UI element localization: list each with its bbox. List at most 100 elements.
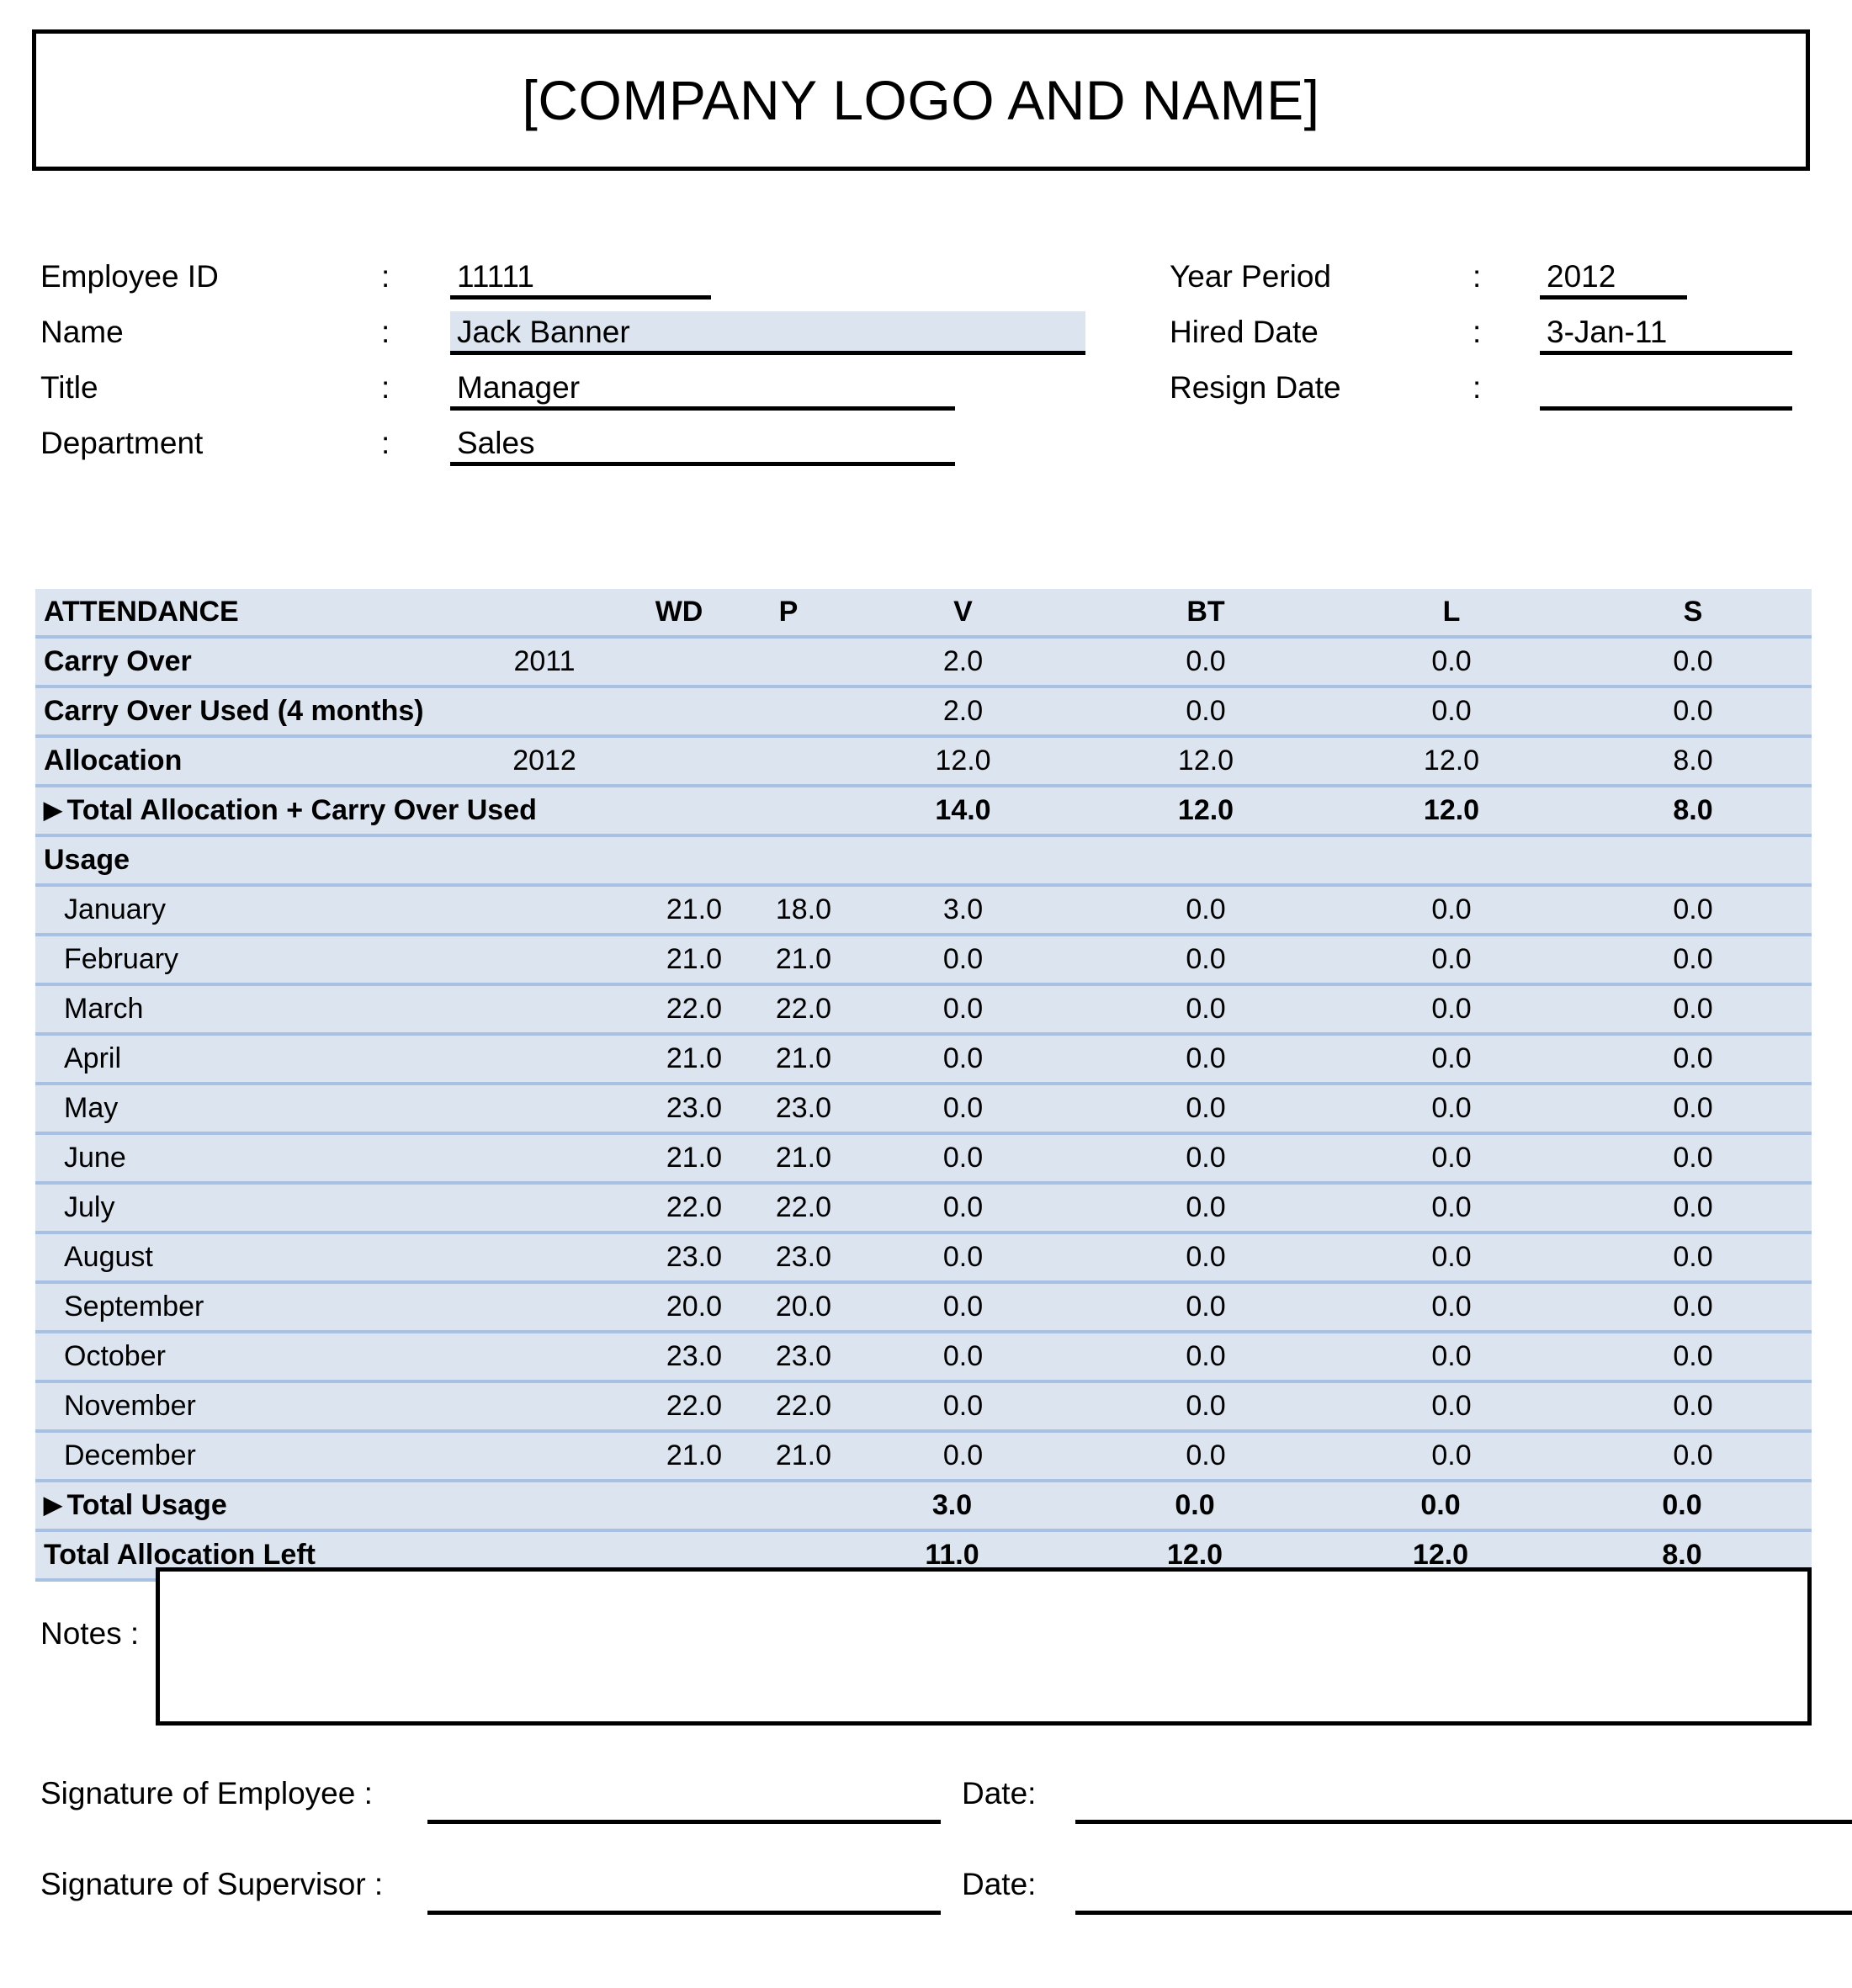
total-allocation-bt: 12.0 xyxy=(1083,786,1329,837)
total-allocation-p xyxy=(734,786,844,837)
month-bt: 0.0 xyxy=(1083,1282,1329,1333)
name-colon: : xyxy=(381,315,390,349)
month-p: 22.0 xyxy=(734,1183,844,1234)
employee-id-label: Employee ID xyxy=(40,259,219,294)
total-usage-l: 0.0 xyxy=(1329,1481,1575,1532)
year-period-input[interactable]: 2012 xyxy=(1540,256,1687,300)
month-s: 0.0 xyxy=(1574,1133,1812,1185)
total-usage-v: 3.0 xyxy=(843,1481,1084,1532)
signature-supervisor-input[interactable] xyxy=(427,1865,941,1915)
month-s: 0.0 xyxy=(1574,1431,1812,1482)
hired-date-colon: : xyxy=(1473,315,1482,349)
month-s: 0.0 xyxy=(1574,1034,1812,1085)
table-row-total-allocation: ▶ Total Allocation + Carry Over Used 14.0… xyxy=(35,786,1812,837)
month-p: 22.0 xyxy=(734,1381,844,1433)
table-row: September 20.0 20.0 0.0 0.0 0.0 0.0 xyxy=(35,1282,1812,1333)
column-header-s: S xyxy=(1574,589,1812,639)
month-bt: 0.0 xyxy=(1083,1431,1329,1482)
department-input[interactable]: Sales xyxy=(450,422,955,466)
total-usage-wd xyxy=(624,1481,735,1532)
table-row: July 22.0 22.0 0.0 0.0 0.0 0.0 xyxy=(35,1183,1812,1234)
month-v: 0.0 xyxy=(843,1431,1084,1482)
department-label: Department xyxy=(40,426,204,460)
carry-over-label: Carry Over xyxy=(35,637,464,688)
month-bt: 0.0 xyxy=(1083,885,1329,936)
month-l: 0.0 xyxy=(1329,1183,1575,1234)
month-label: December xyxy=(35,1431,625,1482)
table-row-carry-over-used: Carry Over Used (4 months) 2.0 0.0 0.0 0… xyxy=(35,687,1812,738)
hired-date-label: Hired Date xyxy=(1170,315,1319,349)
month-s: 0.0 xyxy=(1574,1183,1812,1234)
month-v: 0.0 xyxy=(843,1282,1084,1333)
table-row: October 23.0 23.0 0.0 0.0 0.0 0.0 xyxy=(35,1332,1812,1383)
month-p: 23.0 xyxy=(734,1332,844,1383)
table-row: April 21.0 21.0 0.0 0.0 0.0 0.0 xyxy=(35,1034,1812,1085)
company-header-box: [COMPANY LOGO AND NAME] xyxy=(32,29,1810,171)
notes-input[interactable] xyxy=(156,1567,1812,1726)
table-row: November 22.0 22.0 0.0 0.0 0.0 0.0 xyxy=(35,1381,1812,1433)
month-l: 0.0 xyxy=(1329,1381,1575,1433)
allocation-year: 2012 xyxy=(464,736,625,787)
employee-id-input[interactable]: 11111 xyxy=(450,256,711,300)
signature-supervisor-date-label: Date: xyxy=(962,1867,1037,1901)
month-bt: 0.0 xyxy=(1083,1084,1329,1135)
month-s: 0.0 xyxy=(1574,1381,1812,1433)
table-row-total-usage: ▶ Total Usage 3.0 0.0 0.0 0.0 xyxy=(35,1481,1812,1532)
month-s: 0.0 xyxy=(1574,1084,1812,1135)
month-v: 0.0 xyxy=(843,1233,1084,1284)
hired-date-input[interactable]: 3-Jan-11 xyxy=(1540,311,1792,355)
field-hired-date: Hired Date : 3-Jan-11 xyxy=(1170,308,1826,363)
title-input[interactable]: Manager xyxy=(450,367,955,411)
month-l: 0.0 xyxy=(1329,1084,1575,1135)
month-s: 0.0 xyxy=(1574,1233,1812,1284)
name-input[interactable]: Jack Banner xyxy=(450,311,1085,355)
allocation-bt: 12.0 xyxy=(1083,736,1329,787)
month-label: July xyxy=(35,1183,625,1234)
signature-employee-date-label: Date: xyxy=(962,1776,1037,1810)
month-s: 0.0 xyxy=(1574,1332,1812,1383)
month-label: March xyxy=(35,984,625,1036)
total-allocation-s: 8.0 xyxy=(1574,786,1812,837)
total-usage-bt: 0.0 xyxy=(1083,1481,1329,1532)
signature-supervisor-label: Signature of Supervisor : xyxy=(40,1867,384,1901)
month-bt: 0.0 xyxy=(1083,1183,1329,1234)
table-row: January 21.0 18.0 3.0 0.0 0.0 0.0 xyxy=(35,885,1812,936)
allocation-p xyxy=(734,736,844,787)
month-l: 0.0 xyxy=(1329,1332,1575,1383)
signature-employee-date-input[interactable] xyxy=(1075,1774,1852,1824)
month-wd: 22.0 xyxy=(624,1183,735,1234)
month-p: 21.0 xyxy=(734,1431,844,1482)
month-wd: 23.0 xyxy=(624,1084,735,1135)
table-row: March 22.0 22.0 0.0 0.0 0.0 0.0 xyxy=(35,984,1812,1036)
resign-date-input[interactable] xyxy=(1540,367,1792,411)
signature-row-employee: Signature of Employee : Date: xyxy=(40,1771,1852,1830)
month-label: June xyxy=(35,1133,625,1185)
table-row-carry-over: Carry Over 2011 2.0 0.0 0.0 0.0 xyxy=(35,637,1812,688)
carry-over-p xyxy=(734,637,844,688)
month-label: April xyxy=(35,1034,625,1085)
month-l: 0.0 xyxy=(1329,1233,1575,1284)
month-wd: 23.0 xyxy=(624,1233,735,1284)
usage-heading-l xyxy=(1329,835,1575,887)
carry-over-used-label: Carry Over Used (4 months) xyxy=(35,687,625,738)
field-employee-id: Employee ID : 11111 xyxy=(40,252,1050,308)
column-header-v: V xyxy=(843,589,1084,639)
field-year-period: Year Period : 2012 xyxy=(1170,252,1826,308)
signature-supervisor-date-input[interactable] xyxy=(1075,1865,1852,1915)
column-header-attendance: ATTENDANCE xyxy=(35,589,625,639)
carry-over-year: 2011 xyxy=(464,637,625,688)
total-allocation-label: Total Allocation + Carry Over Used xyxy=(66,794,537,826)
month-l: 0.0 xyxy=(1329,885,1575,936)
month-v: 0.0 xyxy=(843,984,1084,1036)
month-l: 0.0 xyxy=(1329,984,1575,1036)
notes-label: Notes : xyxy=(40,1616,140,1651)
allocation-label: Allocation xyxy=(35,736,464,787)
notes-section: Notes : xyxy=(40,1567,1816,1731)
month-p: 23.0 xyxy=(734,1084,844,1135)
carry-over-wd xyxy=(624,637,735,688)
signature-employee-input[interactable] xyxy=(427,1774,941,1824)
month-p: 22.0 xyxy=(734,984,844,1036)
month-wd: 21.0 xyxy=(624,1431,735,1482)
total-usage-s: 0.0 xyxy=(1574,1481,1812,1532)
carry-over-used-wd xyxy=(624,687,735,738)
